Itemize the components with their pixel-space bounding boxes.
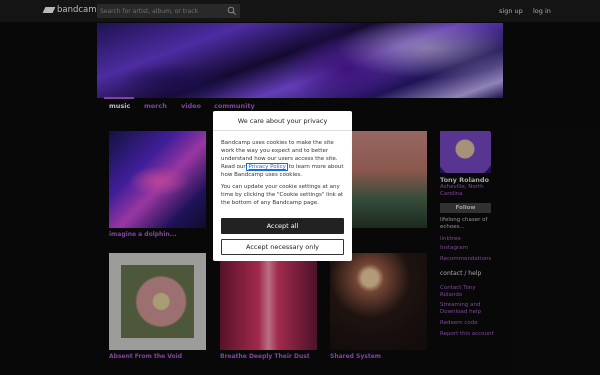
cookie-paragraph-1: Bandcamp uses cookies to make the site w… <box>221 139 344 179</box>
accept-necessary-button[interactable]: Accept necessary only <box>221 239 344 255</box>
cookie-consent-dialog: We care about your privacy Bandcamp uses… <box>213 111 352 261</box>
cookie-paragraph-2: You can update your cookie settings at a… <box>221 184 344 206</box>
privacy-policy-link[interactable]: Privacy Policy <box>246 163 288 171</box>
dialog-title: We care about your privacy <box>213 111 352 131</box>
accept-all-button[interactable]: Accept all <box>221 218 344 234</box>
dialog-body: Bandcamp uses cookies to make the site w… <box>213 131 352 207</box>
